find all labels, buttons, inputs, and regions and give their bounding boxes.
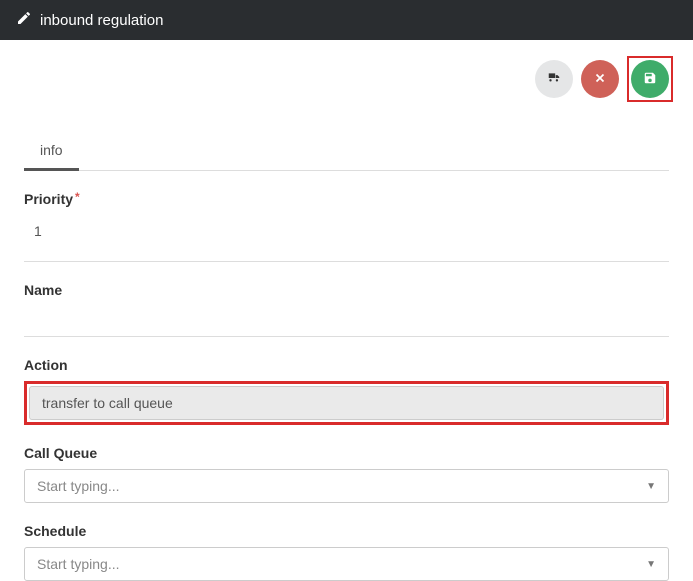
schedule-select[interactable]: Start typing... ▼	[24, 547, 669, 581]
name-field: Name	[24, 282, 669, 337]
action-highlight: transfer to call queue	[24, 381, 669, 425]
save-button-highlight	[627, 56, 673, 102]
cancel-button[interactable]	[581, 60, 619, 98]
name-label: Name	[24, 282, 669, 298]
schedule-field: Schedule Start typing... ▼	[24, 523, 669, 581]
action-select-value: transfer to call queue	[42, 395, 173, 411]
priority-field: Priority* 1	[24, 191, 669, 262]
toolbar	[0, 40, 693, 114]
save-icon	[643, 71, 657, 88]
call-queue-placeholder: Start typing...	[37, 478, 119, 494]
close-icon	[593, 71, 607, 88]
form-content: info Priority* 1 Name Action transfer to…	[0, 132, 693, 581]
name-input[interactable]	[24, 306, 669, 322]
action-field: Action transfer to call queue	[24, 357, 669, 425]
required-asterisk: *	[75, 190, 80, 204]
page-header: inbound regulation	[0, 0, 693, 40]
priority-label: Priority*	[24, 191, 669, 207]
priority-input[interactable]: 1	[24, 215, 669, 247]
truck-button[interactable]	[535, 60, 573, 98]
schedule-label: Schedule	[24, 523, 669, 539]
chevron-down-icon: ▼	[646, 559, 656, 570]
action-label: Action	[24, 357, 669, 373]
chevron-down-icon: ▼	[646, 481, 656, 492]
page-title: inbound regulation	[40, 12, 163, 29]
save-button[interactable]	[631, 60, 669, 98]
truck-icon	[547, 71, 561, 88]
call-queue-field: Call Queue Start typing... ▼	[24, 445, 669, 503]
action-select[interactable]: transfer to call queue	[29, 386, 664, 420]
call-queue-select[interactable]: Start typing... ▼	[24, 469, 669, 503]
schedule-placeholder: Start typing...	[37, 556, 119, 572]
edit-icon	[16, 10, 32, 30]
call-queue-label: Call Queue	[24, 445, 669, 461]
tab-info[interactable]: info	[24, 132, 79, 171]
tabs: info	[24, 132, 669, 171]
